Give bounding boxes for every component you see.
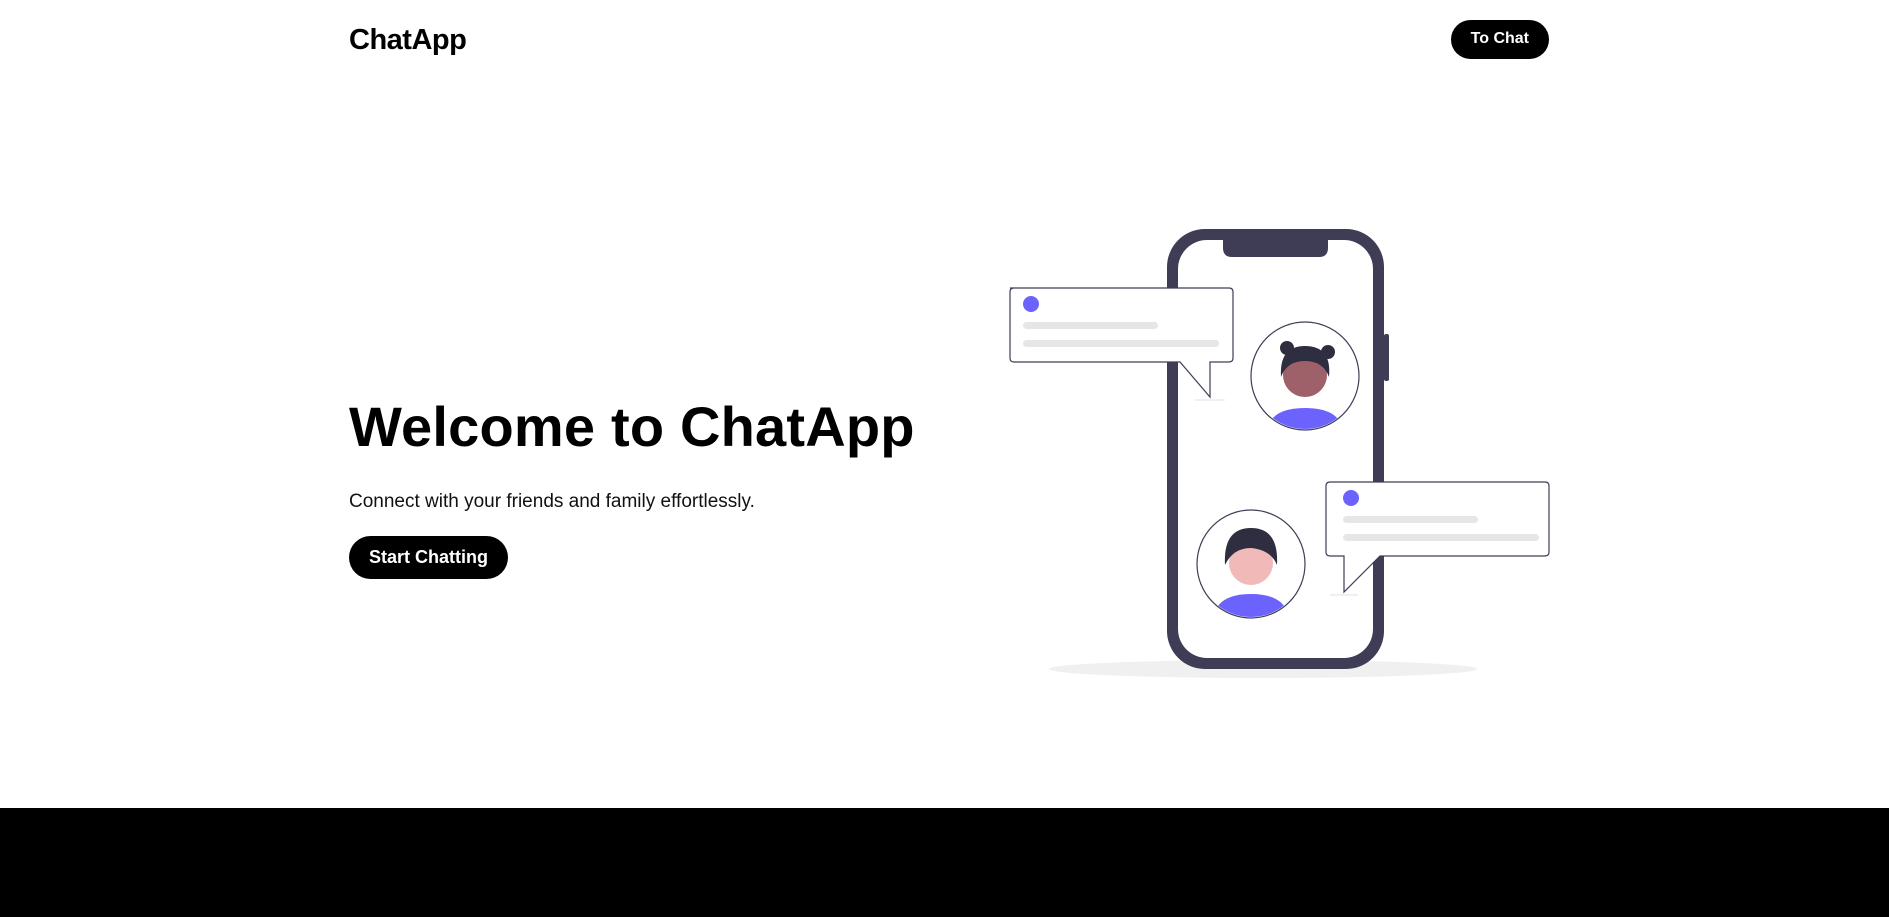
hero-subtitle: Connect with your friends and family eff… xyxy=(349,491,755,512)
start-chatting-button[interactable]: Start Chatting xyxy=(349,536,508,579)
avatar-man-icon xyxy=(1196,509,1306,619)
phone-chat-illustration xyxy=(1009,229,1550,678)
footer xyxy=(0,808,1889,917)
hero-section: Welcome to ChatApp Connect with your fri… xyxy=(349,390,949,579)
avatar-woman-icon xyxy=(1250,321,1360,431)
navbar: ChatApp To Chat xyxy=(349,0,1549,80)
chat-bubble-top xyxy=(1009,287,1234,401)
hero-title: Welcome to ChatApp xyxy=(349,395,915,458)
landing-page: ChatApp To Chat Welcome to ChatApp Conne… xyxy=(0,0,1889,917)
to-chat-button[interactable]: To Chat xyxy=(1450,19,1549,59)
brand-logo[interactable]: ChatApp xyxy=(349,24,467,57)
